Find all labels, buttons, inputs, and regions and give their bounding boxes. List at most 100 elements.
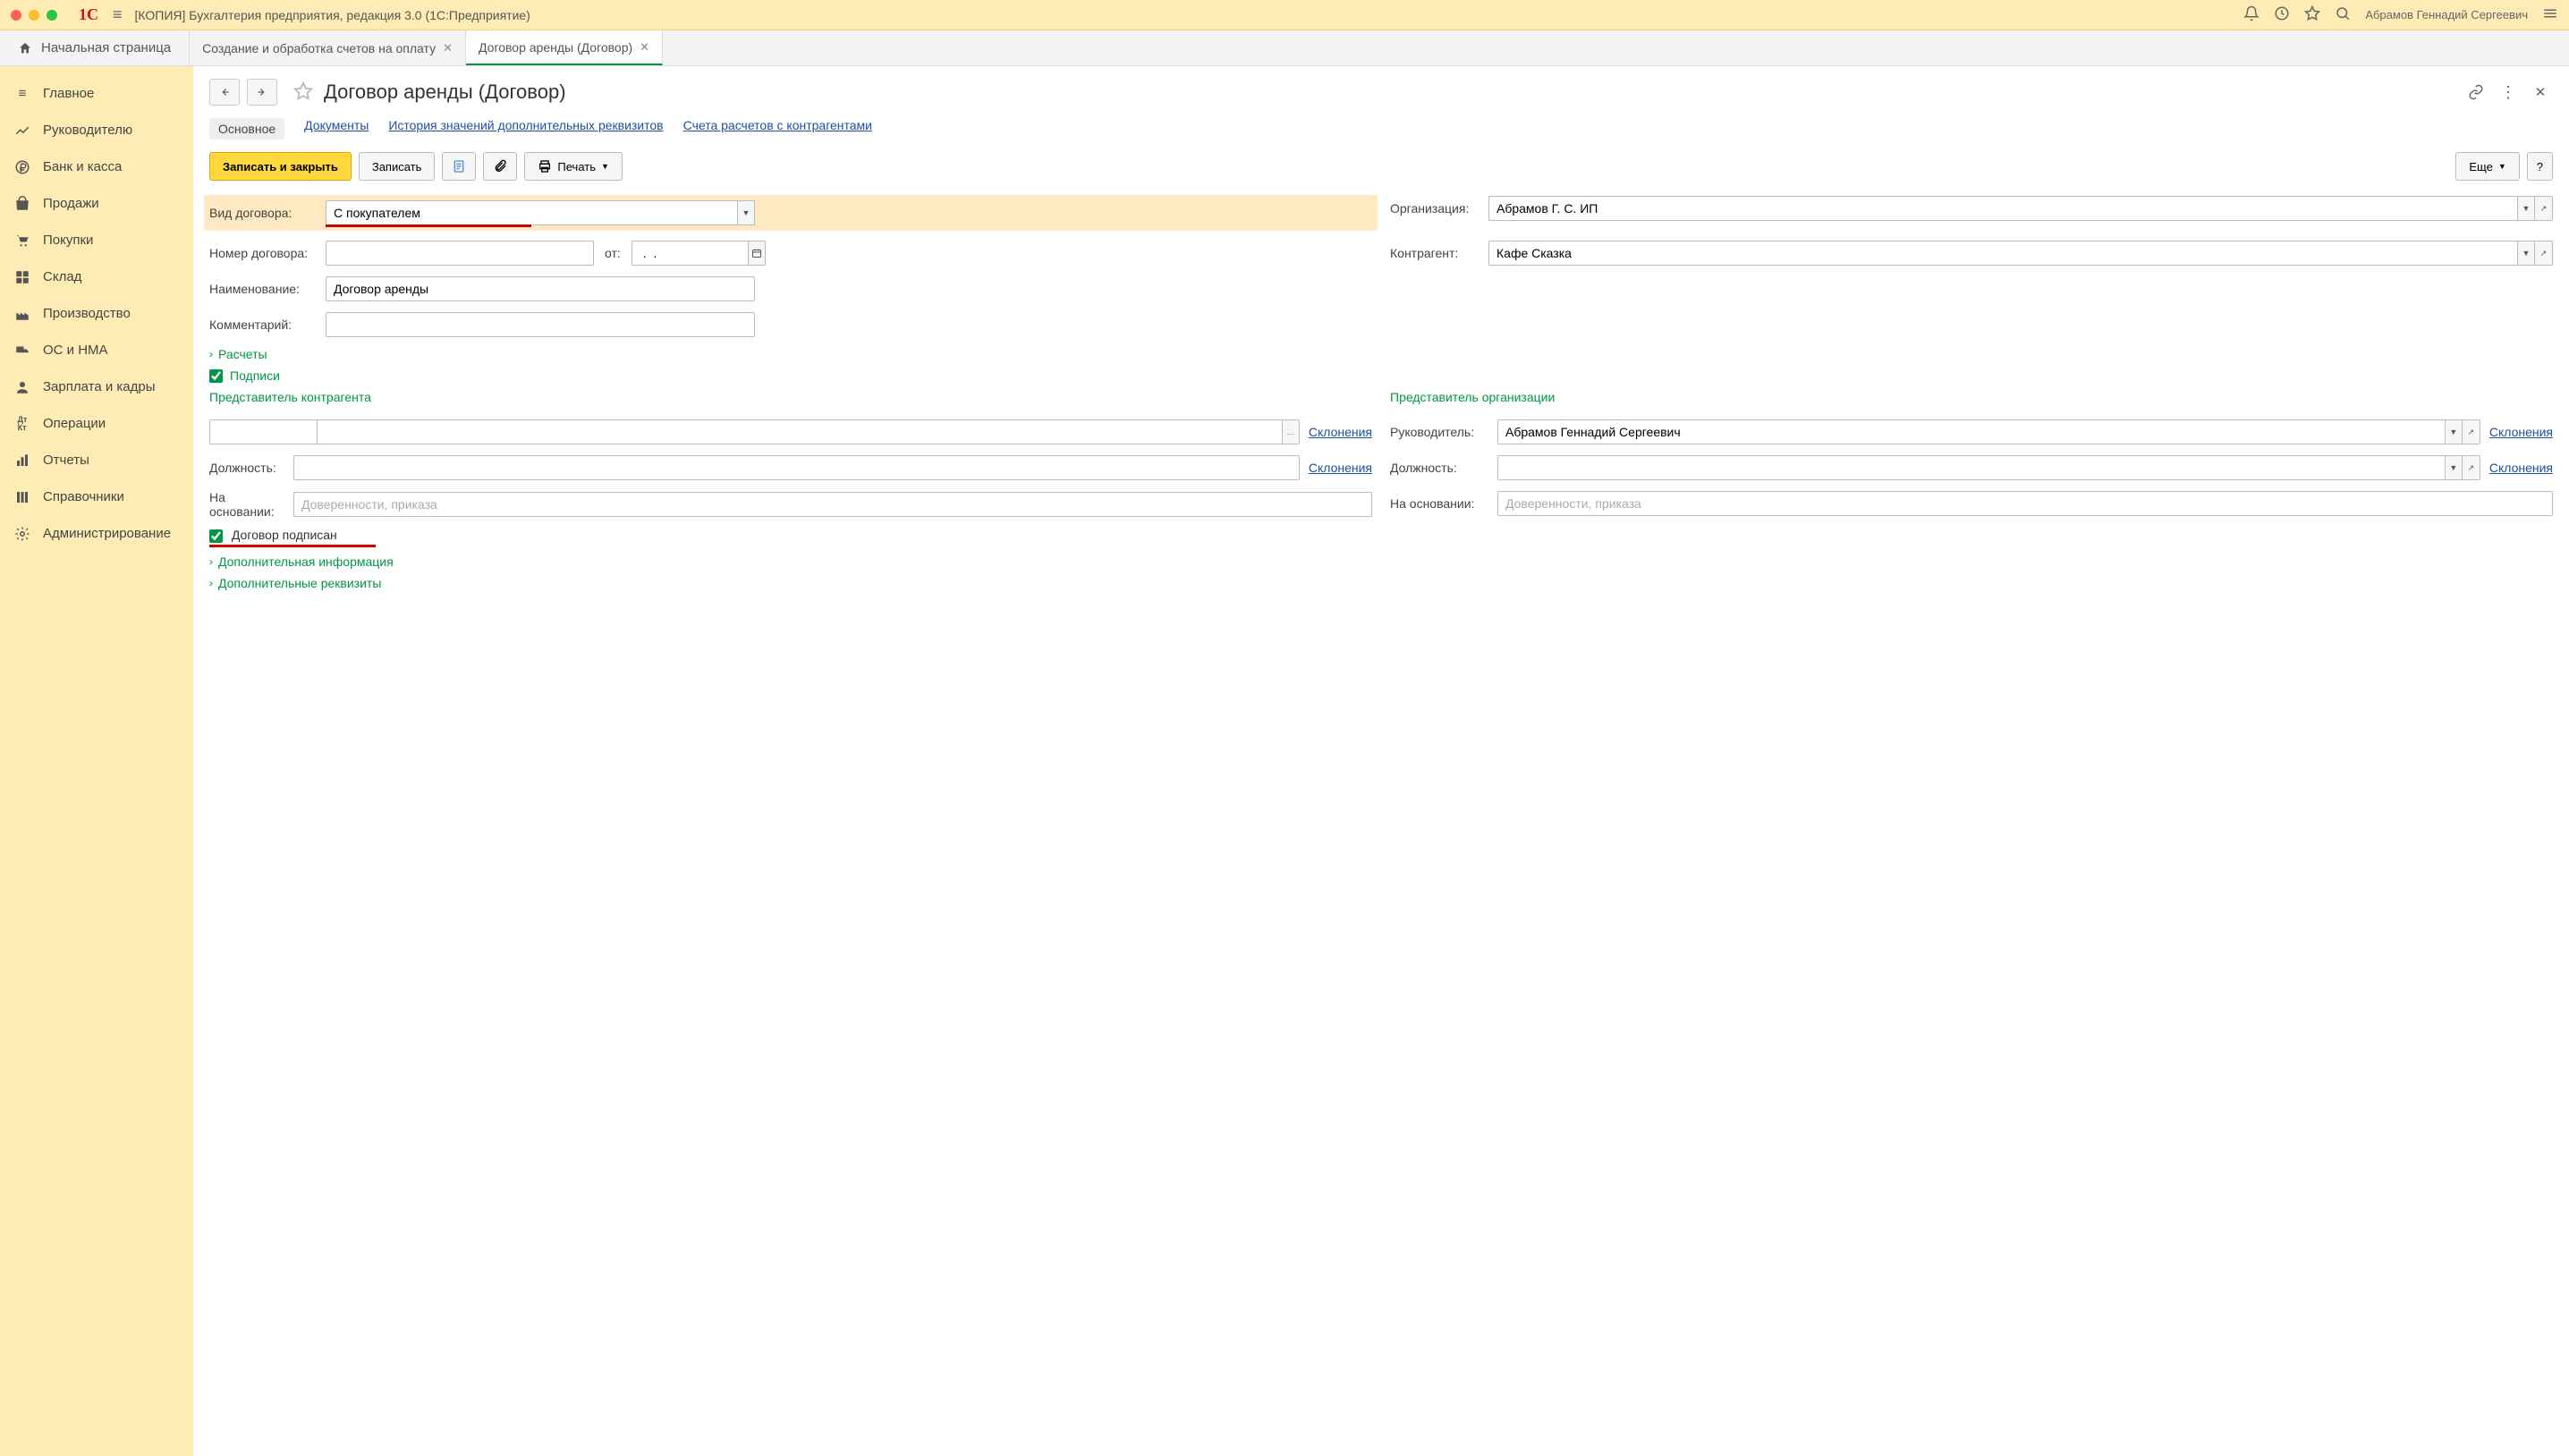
open-icon[interactable]: ↗	[2535, 196, 2553, 221]
pill-history[interactable]: История значений дополнительных реквизит…	[388, 118, 663, 140]
declension-link[interactable]: Склонения	[1309, 425, 1372, 439]
bars-icon	[14, 453, 30, 469]
calendar-icon[interactable]	[748, 241, 766, 266]
section-tabs: Основное Документы История значений допо…	[209, 118, 2553, 140]
name-input[interactable]	[326, 276, 755, 301]
ctr-pos-input[interactable]	[293, 455, 1300, 480]
section-addinfo[interactable]: ›Дополнительная информация	[209, 554, 2553, 569]
ctr-basis-input[interactable]	[293, 492, 1372, 517]
row-organization: Организация: ▼ ↗	[1390, 195, 2553, 222]
dropdown-icon[interactable]: ▼	[2445, 455, 2463, 480]
declension-link[interactable]: Склонения	[2489, 425, 2553, 439]
comment-input[interactable]	[326, 312, 755, 337]
window-controls[interactable]	[11, 10, 57, 21]
dropdown-icon[interactable]: ▼	[737, 200, 755, 225]
section-calc[interactable]: ›Расчеты	[209, 347, 2553, 361]
ellipsis-icon[interactable]: …	[1282, 419, 1300, 444]
row-signed: Договор подписан	[209, 528, 2553, 547]
dropdown-icon[interactable]: ▼	[2517, 196, 2535, 221]
kind-input[interactable]	[326, 200, 737, 225]
bag-icon	[14, 196, 30, 212]
history-icon[interactable]	[2274, 5, 2290, 24]
sidebar-item-assets[interactable]: ОС и НМА	[0, 332, 193, 368]
attach-button[interactable]	[483, 152, 517, 181]
favorite-icon[interactable]	[293, 81, 313, 104]
sidebar-item-production[interactable]: Производство	[0, 295, 193, 332]
form-icon-button[interactable]	[442, 152, 476, 181]
org-pos-input[interactable]	[1497, 455, 2445, 480]
open-icon[interactable]: ↗	[2535, 241, 2553, 266]
more-button[interactable]: Еще▼	[2455, 152, 2519, 181]
org-label: Организация:	[1390, 201, 1480, 216]
date-input[interactable]	[632, 241, 748, 266]
logo-1c: 1C	[79, 5, 98, 24]
pill-accounts[interactable]: Счета расчетов с контрагентами	[683, 118, 872, 140]
section-addreq[interactable]: ›Дополнительные реквизиты	[209, 576, 2553, 590]
minimize-window-icon[interactable]	[29, 10, 39, 21]
user-name[interactable]: Абрамов Геннадий Сергеевич	[2365, 8, 2528, 21]
sidebar-item-warehouse[interactable]: Склад	[0, 258, 193, 295]
ctr-name-input[interactable]	[317, 419, 1282, 444]
close-icon[interactable]: ✕	[443, 41, 453, 55]
bell-icon[interactable]	[2243, 5, 2260, 24]
sidebar-item-bank[interactable]: Банк и касса	[0, 148, 193, 185]
dropdown-icon[interactable]: ▼	[2445, 419, 2463, 444]
section-signatures[interactable]: Подписи	[209, 368, 2553, 383]
main-menu-icon[interactable]: ≡	[113, 5, 123, 24]
section-label: Расчеты	[218, 347, 267, 361]
section-label: Дополнительная информация	[218, 554, 394, 569]
dropdown-icon[interactable]: ▼	[2517, 241, 2535, 266]
pos-label: Должность:	[1390, 461, 1488, 475]
sidebar-item-sales[interactable]: Продажи	[0, 185, 193, 222]
toolbar: Записать и закрыть Записать Печать▼ Еще▼…	[209, 152, 2553, 181]
declension-link[interactable]: Склонения	[1309, 461, 1372, 475]
tab-invoices[interactable]: Создание и обработка счетов на оплату ✕	[190, 30, 466, 65]
open-icon[interactable]: ↗	[2463, 419, 2480, 444]
maximize-window-icon[interactable]	[47, 10, 57, 21]
sidebar-item-refs[interactable]: Справочники	[0, 478, 193, 515]
forward-button[interactable]	[247, 79, 277, 106]
org-basis-input[interactable]	[1497, 491, 2553, 516]
num-input[interactable]	[326, 241, 594, 266]
tab-contract[interactable]: Договор аренды (Договор) ✕	[466, 30, 663, 65]
row-org-position: Должность: ▼ ↗ Склонения	[1390, 454, 2553, 481]
sidebar-item-label: Покупки	[43, 233, 93, 248]
sidebar-item-manager[interactable]: Руководителю	[0, 112, 193, 148]
row-ctr-basis: На основании:	[209, 490, 1372, 519]
open-icon[interactable]: ↗	[2463, 455, 2480, 480]
home-tab[interactable]: Начальная страница	[0, 30, 190, 65]
sidebar-item-main[interactable]: ≡Главное	[0, 75, 193, 112]
print-button[interactable]: Печать▼	[524, 152, 623, 181]
truck-icon	[14, 343, 30, 359]
signatures-checkbox[interactable]	[209, 369, 223, 383]
help-button[interactable]: ?	[2527, 152, 2553, 181]
sidebar-item-hr[interactable]: Зарплата и кадры	[0, 368, 193, 405]
sidebar-item-operations[interactable]: ДтКтОперации	[0, 405, 193, 442]
back-button[interactable]	[209, 79, 240, 106]
sidebar-item-reports[interactable]: Отчеты	[0, 442, 193, 478]
declension-link[interactable]: Склонения	[2489, 461, 2553, 475]
close-window-icon[interactable]	[11, 10, 21, 21]
org-input[interactable]	[1488, 196, 2517, 221]
star-icon[interactable]	[2304, 5, 2320, 24]
ctr-input[interactable]	[1488, 241, 2517, 266]
sidebar-item-admin[interactable]: Администрирование	[0, 515, 193, 552]
print-label: Печать	[557, 160, 596, 174]
pill-main[interactable]: Основное	[209, 118, 284, 140]
more-icon[interactable]: ⋮	[2496, 80, 2521, 104]
sidebar-item-purchases[interactable]: Покупки	[0, 222, 193, 258]
settings-menu-icon[interactable]	[2542, 5, 2558, 24]
sidebar-item-label: Руководителю	[43, 123, 132, 138]
pill-docs[interactable]: Документы	[304, 118, 369, 140]
signed-checkbox[interactable]	[209, 529, 223, 543]
sidebar-item-label: Склад	[43, 269, 81, 284]
search-icon[interactable]	[2335, 5, 2351, 24]
close-icon[interactable]: ✕	[640, 40, 649, 55]
rep-org-title: Представитель организации	[1390, 390, 2553, 404]
save-close-button[interactable]: Записать и закрыть	[209, 152, 352, 181]
ruble-icon	[14, 159, 30, 175]
link-icon[interactable]	[2463, 80, 2488, 104]
lead-input[interactable]	[1497, 419, 2445, 444]
save-button[interactable]: Записать	[359, 152, 436, 181]
close-icon[interactable]: ✕	[2528, 80, 2553, 104]
